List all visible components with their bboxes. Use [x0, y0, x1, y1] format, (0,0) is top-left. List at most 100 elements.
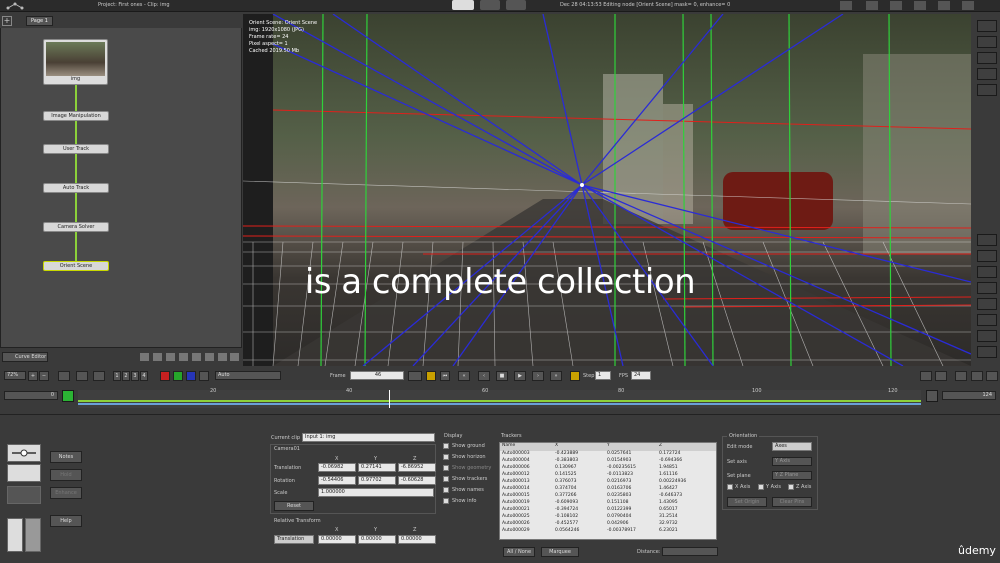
- all-none-button[interactable]: All / None: [503, 547, 535, 557]
- cache-icon[interactable]: [986, 371, 998, 381]
- copy-icon[interactable]: [153, 353, 162, 361]
- rotation-x[interactable]: -0.54406: [318, 476, 356, 485]
- stop-icon[interactable]: ■: [496, 371, 508, 381]
- table-row[interactable]: Auto000025 -0.108102 0.0790404 31.2514: [500, 514, 716, 521]
- key-prev-icon[interactable]: [426, 371, 436, 381]
- layers-alt-icon[interactable]: [977, 266, 997, 278]
- play-forward-icon[interactable]: ▶: [514, 371, 526, 381]
- first-frame-icon[interactable]: ⏮: [440, 371, 450, 381]
- translation-y[interactable]: 0.27141: [358, 463, 396, 472]
- node-user-track[interactable]: User Track: [43, 144, 109, 154]
- step-back-icon[interactable]: ‹: [478, 371, 490, 381]
- list-icon[interactable]: [866, 1, 878, 10]
- z-axis-checkbox[interactable]: [788, 484, 794, 490]
- quad-view-icon[interactable]: [977, 68, 997, 80]
- film-icon[interactable]: [7, 486, 41, 504]
- export-icon[interactable]: [914, 1, 926, 10]
- duplicate-icon[interactable]: [192, 353, 201, 361]
- camera-mode-icon[interactable]: [480, 0, 500, 10]
- play-icon[interactable]: [938, 1, 950, 10]
- hold-button[interactable]: Hold: [50, 469, 82, 481]
- table-row[interactable]: Auto000015 0.377266 0.0235803 -0.646373: [500, 493, 716, 500]
- marquee-button[interactable]: Marquee: [541, 547, 579, 557]
- add-page-icon[interactable]: +: [2, 16, 12, 26]
- red-channel-icon[interactable]: [160, 371, 170, 381]
- zoom-in-icon[interactable]: +: [28, 371, 38, 381]
- zoom-select[interactable]: 72%: [4, 371, 26, 380]
- panel-view-icon[interactable]: [977, 84, 997, 96]
- step-input[interactable]: 1: [595, 371, 611, 380]
- notes-button[interactable]: Notes: [50, 451, 82, 463]
- node-camera-solver[interactable]: Camera Solver: [43, 222, 109, 232]
- table-row[interactable]: Auto000014 0.374704 0.0163706 1.46427: [500, 486, 716, 493]
- frame-input[interactable]: 46: [350, 371, 404, 380]
- node-auto-track[interactable]: Auto Track: [43, 183, 109, 193]
- in-point-icon[interactable]: [62, 390, 74, 402]
- channel-1[interactable]: 1: [113, 371, 121, 381]
- relative-x[interactable]: 0.00000: [318, 535, 356, 544]
- end-frame-input[interactable]: 124: [942, 391, 996, 400]
- playhead[interactable]: [389, 390, 390, 408]
- display-mode-select[interactable]: Auto: [215, 371, 281, 380]
- range-icon[interactable]: [971, 371, 983, 381]
- sun-icon[interactable]: [977, 346, 997, 358]
- table-row[interactable]: Auto000006 0.130967 -0.00235615 1.94851: [500, 465, 716, 472]
- slider-tool-icon[interactable]: [7, 444, 41, 462]
- show-names-checkbox[interactable]: [443, 487, 449, 493]
- delete-icon[interactable]: [179, 353, 188, 361]
- split-tool-icon[interactable]: [7, 464, 41, 482]
- prev-key-icon[interactable]: «: [458, 371, 470, 381]
- expand-icon[interactable]: [230, 353, 239, 361]
- translation-z[interactable]: -6.86952: [398, 463, 436, 472]
- zoom-region-icon[interactable]: [76, 371, 88, 381]
- menu-icon[interactable]: [962, 1, 974, 10]
- relative-y[interactable]: 0.00000: [358, 535, 396, 544]
- undo-icon[interactable]: [7, 518, 23, 552]
- table-row[interactable]: Auto000019 -0.609093 0.151108 1.43095: [500, 500, 716, 507]
- blue-channel-icon[interactable]: [186, 371, 196, 381]
- current-clip-select[interactable]: Input 1: img: [302, 433, 435, 442]
- timeline[interactable]: 0 20 40 60 80 100 120 124: [0, 386, 1000, 412]
- x-axis-checkbox[interactable]: [727, 484, 733, 490]
- tracker-mode-icon[interactable]: [452, 0, 474, 10]
- rotation-z[interactable]: -0.60628: [398, 476, 436, 485]
- set-origin-button[interactable]: Set Origin: [727, 497, 767, 507]
- key-next-icon[interactable]: [570, 371, 580, 381]
- link-icon[interactable]: [977, 234, 997, 246]
- table-row[interactable]: Auto000012 0.141525 -0.0113823 1.61116: [500, 472, 716, 479]
- tab-page-1[interactable]: Page 1: [26, 16, 53, 26]
- step-forward-icon[interactable]: ›: [532, 371, 544, 381]
- paste-icon[interactable]: [166, 353, 175, 361]
- table-row[interactable]: Auto000021 -0.394724 0.0122399 0.65017: [500, 507, 716, 514]
- scene-mode-icon[interactable]: [506, 0, 526, 10]
- edit-mode-select[interactable]: Axes: [772, 442, 812, 451]
- scissors-icon[interactable]: [140, 353, 149, 361]
- out-point-icon[interactable]: [926, 390, 938, 402]
- help-button[interactable]: Help: [50, 515, 82, 527]
- table-row[interactable]: Auto000004 -0.383803 0.0154903 -0.694366: [500, 458, 716, 465]
- show-ground-checkbox[interactable]: [443, 443, 449, 449]
- snapshot-icon[interactable]: [93, 371, 105, 381]
- bounce-icon[interactable]: [935, 371, 947, 381]
- start-frame-input[interactable]: 0: [4, 391, 58, 400]
- channel-3[interactable]: 3: [131, 371, 139, 381]
- table-row[interactable]: Auto000003 -0.423889 0.0257641 0.172724: [500, 451, 716, 458]
- align-icon[interactable]: [218, 353, 227, 361]
- redo-icon[interactable]: [25, 518, 41, 552]
- edit-icon[interactable]: [977, 282, 997, 294]
- fit-icon[interactable]: [58, 371, 70, 381]
- relative-z[interactable]: 0.00000: [398, 535, 436, 544]
- frame-icon[interactable]: [977, 330, 997, 342]
- set-plane-select[interactable]: Y Z Plane: [772, 471, 812, 480]
- distance-input[interactable]: [662, 547, 718, 556]
- show-trackers-checkbox[interactable]: [443, 476, 449, 482]
- timeline-track[interactable]: 20 40 60 80 100 120: [78, 388, 921, 408]
- zoom-out-icon[interactable]: −: [39, 371, 49, 381]
- y-axis-checkbox[interactable]: [758, 484, 764, 490]
- translation-x[interactable]: -0.06982: [318, 463, 356, 472]
- img-thumbnail[interactable]: img: [43, 39, 108, 85]
- graph-icon[interactable]: [6, 2, 24, 10]
- show-horizon-checkbox[interactable]: [443, 454, 449, 460]
- show-geometry-checkbox[interactable]: [443, 465, 449, 471]
- table-row[interactable]: Auto000013 0.376073 0.0216973 0.00224936: [500, 479, 716, 486]
